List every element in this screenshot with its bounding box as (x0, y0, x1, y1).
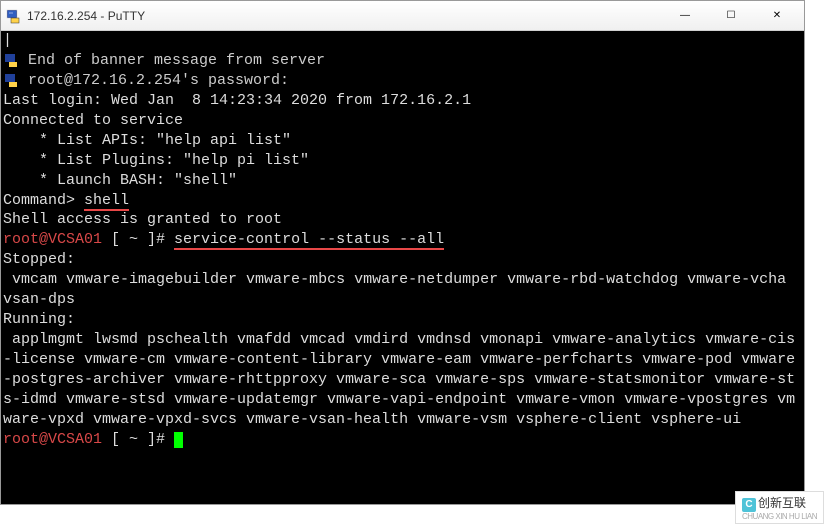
close-button[interactable]: ✕ (754, 2, 800, 30)
stopped-services: vmcam vmware-imagebuilder vmware-mbcs vm… (3, 270, 802, 310)
command-line: Command> shell (3, 191, 802, 211)
launch-bash-line: * Launch BASH: "shell" (3, 171, 802, 191)
putty-small-icon (3, 72, 19, 88)
title-bar[interactable]: 172.16.2.254 - PuTTY — ☐ ✕ (1, 1, 804, 31)
root-user: root@VCSA01 (3, 231, 102, 248)
watermark: C创新互联 CHUANG XIN HU LIAN (735, 491, 824, 524)
root-path: [ ~ ]# (102, 231, 174, 248)
list-plugins-line: * List Plugins: "help pi list" (3, 151, 802, 171)
service-command: service-control --status --all (174, 231, 444, 250)
terminal-pane[interactable]: | End of banner message from server root… (1, 31, 804, 504)
putty-small-icon (3, 52, 19, 68)
root-user: root@VCSA01 (3, 431, 102, 448)
banner-line: End of banner message from server (3, 51, 802, 71)
putty-icon (5, 8, 21, 24)
minimize-button[interactable]: — (662, 2, 708, 30)
window-controls: — ☐ ✕ (662, 2, 800, 30)
watermark-text: 创新互联 (758, 496, 806, 510)
password-user: root@172.16.2.254 (19, 72, 181, 89)
password-suffix: 's password: (181, 72, 289, 89)
terminal-cursor (174, 432, 183, 448)
banner-text: End of banner message from server (19, 52, 325, 69)
maximize-button[interactable]: ☐ (708, 2, 754, 30)
watermark-logo: C (742, 498, 756, 512)
cursor-line: | (3, 31, 802, 51)
running-label: Running: (3, 310, 802, 330)
password-line: root@172.16.2.254's password: (3, 71, 802, 91)
putty-window: 172.16.2.254 - PuTTY — ☐ ✕ | End of bann… (0, 0, 805, 505)
window-title: 172.16.2.254 - PuTTY (27, 9, 662, 23)
connected-line: Connected to service (3, 111, 802, 131)
last-login-line: Last login: Wed Jan 8 14:23:34 2020 from… (3, 91, 802, 111)
watermark-sub: CHUANG XIN HU LIAN (742, 512, 817, 521)
shell-command: shell (84, 192, 129, 211)
root-prompt-line: root@VCSA01 [ ~ ]# service-control --sta… (3, 230, 802, 250)
stopped-label: Stopped: (3, 250, 802, 270)
shell-access-line: Shell access is granted to root (3, 210, 802, 230)
command-prompt: Command> (3, 192, 84, 209)
list-apis-line: * List APIs: "help api list" (3, 131, 802, 151)
root-path: [ ~ ]# (102, 431, 174, 448)
root-prompt-line-2: root@VCSA01 [ ~ ]# (3, 430, 802, 450)
running-services: applmgmt lwsmd pschealth vmafdd vmcad vm… (3, 330, 802, 430)
